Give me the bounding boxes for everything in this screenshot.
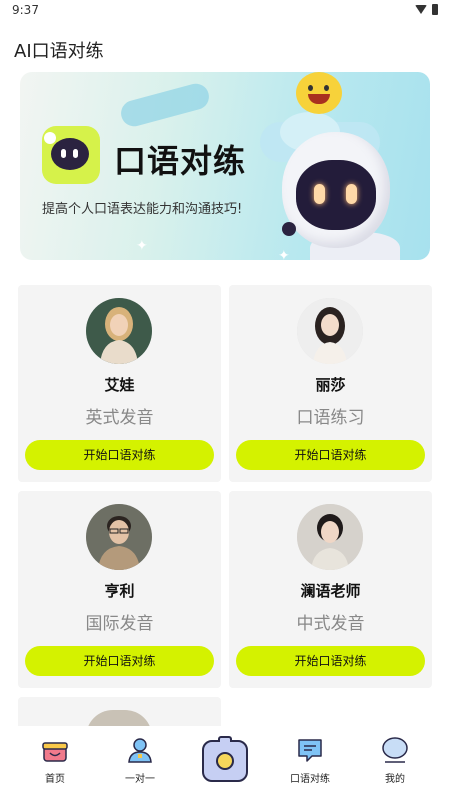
banner-subtitle: 提高个人口语表达能力和沟通技巧! [42, 202, 243, 217]
nav-label: 一对一 [125, 774, 155, 785]
profile-icon [381, 736, 409, 764]
avatar [86, 298, 152, 364]
smiley-icon [296, 72, 342, 114]
camera-button[interactable] [202, 736, 248, 782]
tutor-description: 国际发音 [85, 614, 154, 634]
sparkle-icon: ✦ [278, 248, 290, 260]
cloud-decoration [118, 80, 212, 130]
tutor-name: 澜语老师 [300, 582, 361, 600]
tutor-description: 口语练习 [296, 408, 365, 428]
robot-mascot [282, 132, 390, 248]
avatar [297, 504, 363, 570]
status-time: 9:37 [12, 3, 39, 17]
nav-label: 我的 [385, 774, 405, 785]
avatar [86, 504, 152, 570]
tutor-name: 丽莎 [315, 376, 346, 394]
tutor-description: 英式发音 [85, 408, 154, 428]
camera-icon [216, 752, 234, 770]
banner-title: 口语对练 [114, 142, 247, 180]
microphone-icon [282, 222, 296, 236]
tutor-description: 中式发音 [296, 614, 365, 634]
tutor-card[interactable]: 澜语老师 中式发音 开始口语对练 [229, 491, 432, 688]
nav-item-home[interactable]: 首页 [25, 736, 85, 785]
status-bar: 9:37 [0, 0, 450, 22]
nav-item-profile[interactable]: 我的 [365, 736, 425, 785]
page-title: AI口语对练 [14, 41, 104, 62]
tutor-name: 亨利 [104, 582, 135, 600]
app-logo-icon [42, 126, 100, 184]
person-icon [126, 736, 154, 764]
battery-icon [432, 4, 438, 15]
nav-label: 首页 [45, 774, 65, 785]
wifi-icon [415, 5, 427, 14]
start-practice-button[interactable]: 开始口语对练 [25, 646, 214, 676]
avatar [297, 298, 363, 364]
nav-item-one-on-one[interactable]: 一对一 [110, 736, 170, 785]
home-gift-icon [41, 736, 69, 764]
status-icons [415, 4, 438, 15]
bottom-navigation: 首页 一对一 口语对练 我的 [0, 726, 450, 800]
tutor-card[interactable]: 艾娃 英式发音 开始口语对练 [18, 285, 221, 482]
tutor-name: 艾娃 [104, 376, 135, 394]
start-practice-button[interactable]: 开始口语对练 [236, 646, 425, 676]
nav-item-speaking-practice[interactable]: 口语对练 [280, 736, 340, 785]
tutor-card[interactable]: 亨利 国际发音 开始口语对练 [18, 491, 221, 688]
hero-banner[interactable]: 口语对练 提高个人口语表达能力和沟通技巧! ✦ ✦ [20, 72, 430, 260]
sparkle-icon: ✦ [136, 238, 148, 254]
nav-label: 口语对练 [290, 774, 330, 785]
chat-bubble-icon [296, 736, 324, 764]
start-practice-button[interactable]: 开始口语对练 [25, 440, 214, 470]
start-practice-button[interactable]: 开始口语对练 [236, 440, 425, 470]
tutor-card[interactable]: 丽莎 口语练习 开始口语对练 [229, 285, 432, 482]
